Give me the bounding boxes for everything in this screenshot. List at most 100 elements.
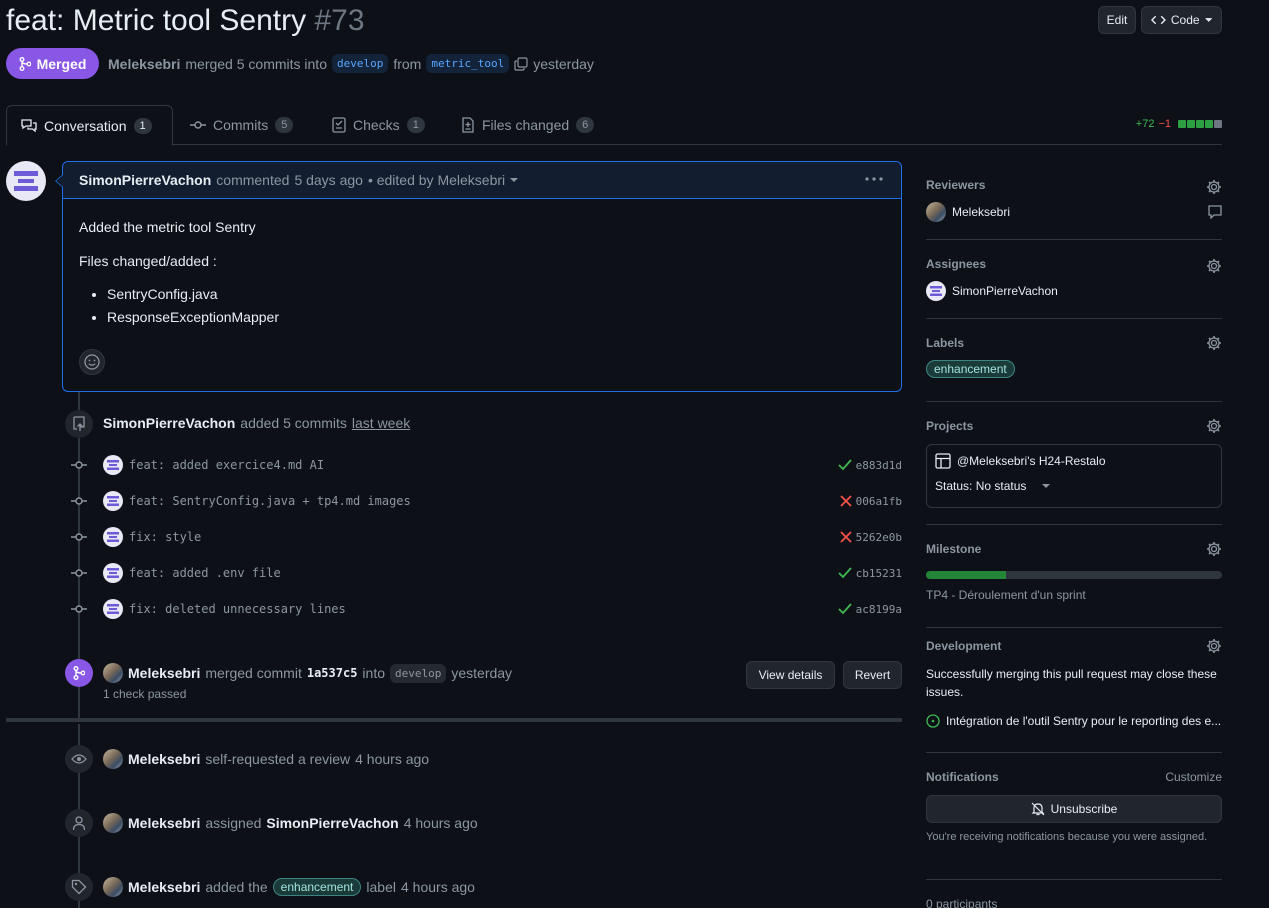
- avatar[interactable]: [103, 491, 123, 511]
- comment-icon[interactable]: [1208, 205, 1222, 219]
- checks-passed-text[interactable]: 1 check passed: [103, 687, 186, 701]
- avatar[interactable]: [103, 663, 123, 683]
- commit-message[interactable]: feat: added .env file: [129, 566, 281, 580]
- kebab-horizontal-icon[interactable]: [865, 176, 883, 182]
- gear-icon[interactable]: [1206, 179, 1222, 195]
- bell-slash-icon: [1031, 802, 1045, 816]
- merge-branch[interactable]: develop: [390, 663, 447, 683]
- revert-button[interactable]: Revert: [843, 661, 902, 689]
- event-text-after: label: [366, 879, 396, 895]
- event-time[interactable]: 4 hours ago: [404, 815, 478, 831]
- gear-icon[interactable]: [1206, 541, 1222, 557]
- gear-icon[interactable]: [1206, 418, 1222, 434]
- event-time[interactable]: 4 hours ago: [401, 879, 475, 895]
- gear-icon[interactable]: [1206, 335, 1222, 351]
- comment-time[interactable]: 5 days ago: [294, 172, 363, 188]
- commit-row: fix: style 5262e0b: [69, 527, 902, 547]
- gear-icon[interactable]: [1206, 638, 1222, 654]
- commit-sha[interactable]: ac8199a: [856, 603, 902, 616]
- head-branch[interactable]: metric_tool: [426, 54, 510, 73]
- comment-author[interactable]: SimonPierreVachon: [79, 172, 211, 188]
- avatar[interactable]: [103, 563, 123, 583]
- milestone-name[interactable]: TP4 - Déroulement d'un sprint: [926, 588, 1086, 602]
- project-status-dropdown[interactable]: Status: No status: [935, 479, 1213, 493]
- event-time[interactable]: yesterday: [451, 665, 512, 681]
- comment-list: SentryConfig.java ResponseExceptionMappe…: [107, 283, 885, 331]
- chevron-down-icon[interactable]: [510, 177, 519, 183]
- commit-message[interactable]: fix: style: [129, 530, 201, 544]
- comment-edited[interactable]: • edited by Meleksebri: [368, 172, 505, 188]
- comment-line: Added the metric tool Sentry: [79, 219, 256, 235]
- review-request-event: Meleksebri self-requested a review 4 hou…: [103, 749, 429, 769]
- edit-button[interactable]: Edit: [1098, 6, 1136, 34]
- check-icon[interactable]: [838, 567, 852, 579]
- event-time[interactable]: 4 hours ago: [355, 751, 429, 767]
- avatar[interactable]: [103, 749, 123, 769]
- commit-row: feat: SentryConfig.java + tp4.md images …: [69, 491, 902, 511]
- event-text: added 5 commits: [240, 415, 347, 431]
- event-text: self-requested a review: [205, 751, 351, 767]
- into-text: into: [362, 665, 385, 681]
- tab-files-changed[interactable]: Files changed 6: [447, 105, 608, 145]
- avatar[interactable]: [6, 161, 46, 201]
- event-target[interactable]: SimonPierreVachon: [266, 815, 398, 831]
- avatar: [926, 202, 946, 222]
- pr-description-comment: SimonPierreVachon commented 5 days ago •…: [55, 161, 902, 392]
- comment-line: Files changed/added :: [79, 252, 217, 269]
- event-author[interactable]: SimonPierreVachon: [103, 415, 235, 431]
- commit-message[interactable]: feat: added exercice4.md AI: [129, 458, 324, 472]
- copy-icon[interactable]: [514, 56, 528, 71]
- commit-sha[interactable]: 006a1fb: [856, 495, 902, 508]
- merge-event: Meleksebri merged commit 1a537c5 into de…: [103, 663, 512, 683]
- tab-checks[interactable]: Checks 1: [318, 105, 439, 145]
- reviewer-row[interactable]: Meleksebri: [926, 202, 1222, 222]
- x-icon[interactable]: [840, 531, 852, 543]
- event-text: merged commit: [205, 665, 302, 681]
- commit-sha[interactable]: 5262e0b: [856, 531, 902, 544]
- tab-conversation[interactable]: Conversation 1: [6, 105, 173, 146]
- pr-title-line: feat: Metric tool Sentry #73: [6, 4, 365, 38]
- check-icon[interactable]: [838, 459, 852, 471]
- gear-icon[interactable]: [1206, 258, 1222, 274]
- commit-message[interactable]: feat: SentryConfig.java + tp4.md images: [129, 494, 411, 508]
- code-button[interactable]: Code: [1141, 6, 1222, 34]
- label-badge[interactable]: enhancement: [926, 360, 1015, 378]
- event-author[interactable]: Meleksebri: [128, 665, 200, 681]
- sidebar-labels: Labels enhancement: [926, 336, 1222, 402]
- check-icon[interactable]: [838, 603, 852, 615]
- avatar[interactable]: [103, 455, 123, 475]
- avatar[interactable]: [103, 813, 123, 833]
- git-commit-icon: [71, 605, 87, 613]
- event-author[interactable]: Meleksebri: [128, 815, 200, 831]
- add-reaction-button[interactable]: [79, 349, 105, 375]
- avatar[interactable]: [103, 877, 123, 897]
- view-details-button[interactable]: View details: [746, 661, 835, 689]
- event-author[interactable]: Meleksebri: [128, 751, 200, 767]
- avatar[interactable]: [103, 527, 123, 547]
- pr-author-link[interactable]: Meleksebri: [108, 56, 180, 72]
- customize-link[interactable]: Customize: [1165, 770, 1222, 784]
- merge-time: yesterday: [533, 55, 594, 72]
- avatar[interactable]: [103, 599, 123, 619]
- project-row[interactable]: @Meleksebri's H24-Restalo: [935, 453, 1213, 469]
- commit-sha[interactable]: cb15231: [856, 567, 902, 580]
- x-icon[interactable]: [840, 495, 852, 507]
- event-time[interactable]: last week: [352, 415, 410, 431]
- tab-commits[interactable]: Commits 5: [176, 105, 307, 145]
- milestone-progress-bar: [926, 571, 1222, 579]
- label-badge[interactable]: enhancement: [272, 878, 362, 896]
- diffstat-block: [1196, 120, 1204, 128]
- revert-label: Revert: [854, 668, 891, 682]
- merge-commit-sha[interactable]: 1a537c5: [307, 666, 358, 680]
- commit-sha[interactable]: e883d1d: [856, 459, 902, 472]
- commit-row: feat: added .env file cb15231: [69, 563, 902, 583]
- chevron-down-icon: [1042, 484, 1051, 488]
- event-author[interactable]: Meleksebri: [128, 879, 200, 895]
- assignee-row[interactable]: SimonPierreVachon: [926, 281, 1222, 301]
- edit-button-label: Edit: [1106, 13, 1128, 27]
- commit-message[interactable]: fix: deleted unnecessary lines: [129, 602, 346, 616]
- chevron-down-icon: [1204, 18, 1212, 22]
- linked-issue[interactable]: Intégration de l'outil Sentry pour le re…: [926, 714, 1222, 728]
- base-branch[interactable]: develop: [331, 54, 389, 73]
- unsubscribe-button[interactable]: Unsubscribe: [926, 795, 1222, 823]
